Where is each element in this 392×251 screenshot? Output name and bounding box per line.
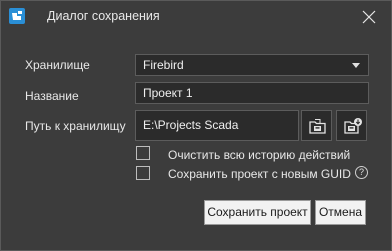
clear-history-checkbox[interactable] (136, 146, 150, 160)
folder-network-icon (344, 118, 362, 134)
path-input[interactable]: E:\Projects Scada (135, 110, 299, 141)
close-button[interactable] (355, 4, 383, 30)
close-icon (362, 10, 376, 24)
help-icon[interactable]: ? (355, 166, 368, 179)
title-bar: Диалог сохранения (1, 1, 391, 33)
save-project-button[interactable]: Сохранить проект (204, 200, 311, 225)
chevron-down-icon (352, 63, 360, 68)
name-input-value: Проект 1 (143, 86, 193, 100)
save-dialog-window: Диалог сохранения Хранилище Firebird Наз… (0, 0, 392, 251)
storage-label: Хранилище (25, 58, 90, 72)
save-new-guid-label: Сохранить проект с новым GUID (168, 167, 351, 181)
path-label: Путь к хранилищу (25, 119, 126, 133)
name-input[interactable]: Проект 1 (135, 82, 369, 104)
window-title: Диалог сохранения (47, 9, 160, 23)
cancel-button[interactable]: Отмена (315, 200, 366, 225)
storage-select[interactable]: Firebird (135, 54, 369, 76)
path-input-value: E:\Projects Scada (143, 118, 239, 132)
app-logo-icon (9, 8, 25, 24)
folder-icon (309, 119, 326, 134)
name-label: Название (25, 89, 79, 103)
browse-folder-button[interactable] (301, 110, 332, 141)
network-folder-button[interactable] (336, 110, 367, 141)
storage-select-value: Firebird (143, 58, 184, 72)
clear-history-label: Очистить всю историю действий (168, 148, 351, 162)
save-new-guid-checkbox[interactable] (136, 166, 150, 180)
